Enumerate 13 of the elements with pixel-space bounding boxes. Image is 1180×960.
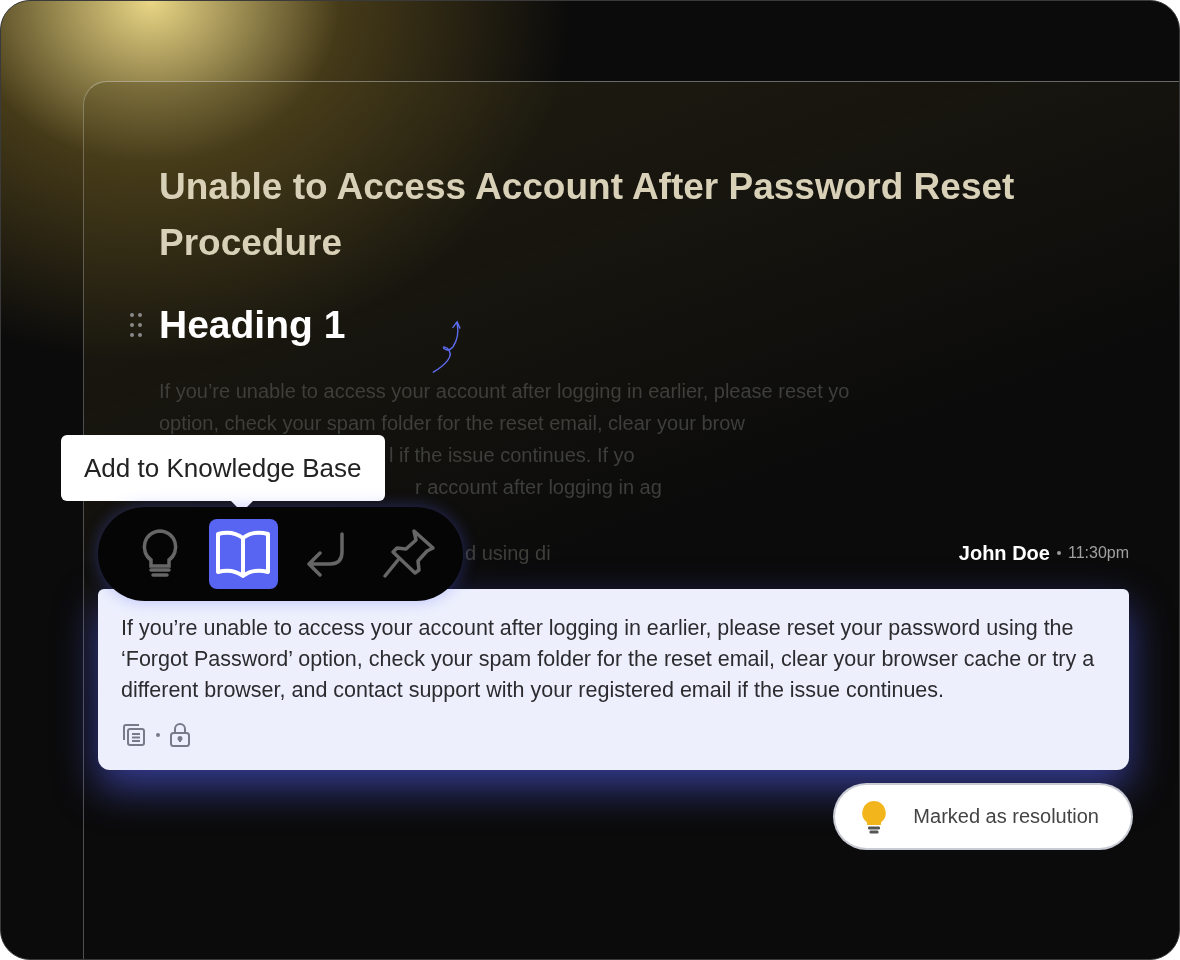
- section-heading: Heading 1: [159, 302, 346, 348]
- author-name: John Doe: [958, 541, 1050, 565]
- bulb-icon: [861, 799, 888, 834]
- book-icon: [215, 530, 272, 578]
- document-title: Unable to Access Account After Password Reset Procedure: [159, 165, 1016, 265]
- badge-label: Marked as resolution: [913, 805, 1099, 828]
- pin-icon: [381, 528, 436, 580]
- drag-handle-icon[interactable]: [130, 312, 142, 338]
- message-text: If you’re unable to access your account after logging in earlier, please reset your password using the ‘Forgot Password’ option, check your spam folder for the reset email, clear your browser cache or try a different browser, and contact support with your registered email if the issue continues.: [121, 615, 1096, 704]
- book-button[interactable]: [208, 519, 278, 589]
- message-time: 11:30pm: [1067, 544, 1129, 562]
- lock-icon[interactable]: [169, 722, 191, 748]
- copy-icon[interactable]: [121, 722, 147, 748]
